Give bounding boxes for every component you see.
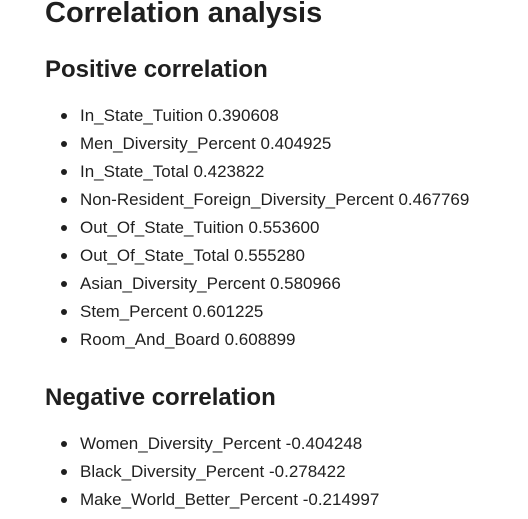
page-title: Correlation analysis: [45, 0, 323, 29]
correlation-value: 0.580966: [269, 274, 341, 293]
list-item: Non-Resident_Foreign_Diversity_Percent 0…: [45, 186, 469, 214]
bullet-icon: [61, 309, 67, 315]
variable-name: In_State_Tuition: [80, 106, 204, 125]
bullet-icon: [61, 169, 67, 175]
variable-name: Make_World_Better_Percent: [80, 490, 298, 509]
list-item: Women_Diversity_Percent -0.404248: [45, 430, 379, 458]
bullet-icon: [61, 281, 67, 287]
bullet-icon: [61, 497, 67, 503]
variable-name: Stem_Percent: [80, 302, 188, 321]
negative-correlation-list: Women_Diversity_Percent -0.404248 Black_…: [45, 430, 379, 514]
bullet-icon: [61, 469, 67, 475]
bullet-icon: [61, 113, 67, 119]
list-item: In_State_Total 0.423822: [45, 158, 469, 186]
list-item: In_State_Tuition 0.390608: [45, 102, 469, 130]
list-item: Black_Diversity_Percent -0.278422: [45, 458, 379, 486]
variable-name: Room_And_Board: [80, 330, 220, 349]
variable-name: Out_Of_State_Tuition: [80, 218, 244, 237]
bullet-icon: [61, 337, 67, 343]
list-item: Room_And_Board 0.608899: [45, 326, 469, 354]
negative-correlation-heading: Negative correlation: [45, 384, 276, 411]
variable-name: Women_Diversity_Percent: [80, 434, 281, 453]
list-item: Out_Of_State_Tuition 0.553600: [45, 214, 469, 242]
positive-correlation-list: In_State_Tuition 0.390608 Men_Diversity_…: [45, 102, 469, 354]
variable-name: Black_Diversity_Percent: [80, 462, 265, 481]
correlation-value: -0.404248: [285, 434, 363, 453]
bullet-icon: [61, 253, 67, 259]
correlation-value: 0.555280: [234, 246, 305, 265]
correlation-value: 0.390608: [207, 106, 279, 125]
bullet-icon: [61, 441, 67, 447]
bullet-icon: [61, 225, 67, 231]
variable-name: Non-Resident_Foreign_Diversity_Percent: [80, 190, 394, 209]
list-item: Men_Diversity_Percent 0.404925: [45, 130, 469, 158]
list-item: Out_Of_State_Total 0.555280: [45, 242, 469, 270]
correlation-value: 0.423822: [193, 162, 265, 181]
positive-correlation-heading: Positive correlation: [45, 56, 268, 83]
variable-name: In_State_Total: [80, 162, 189, 181]
list-item: Stem_Percent 0.601225: [45, 298, 469, 326]
correlation-value: 0.553600: [248, 218, 320, 237]
correlation-value: 0.601225: [192, 302, 264, 321]
variable-name: Men_Diversity_Percent: [80, 134, 256, 153]
correlation-value: 0.467769: [398, 190, 470, 209]
correlation-value: 0.404925: [260, 134, 332, 153]
correlation-value: -0.214997: [302, 490, 380, 509]
list-item: Asian_Diversity_Percent 0.580966: [45, 270, 469, 298]
correlation-value: 0.608899: [224, 330, 296, 349]
bullet-icon: [61, 141, 67, 147]
correlation-value: -0.278422: [268, 462, 346, 481]
list-item: Make_World_Better_Percent -0.214997: [45, 486, 379, 514]
variable-name: Out_Of_State_Total: [80, 246, 230, 265]
bullet-icon: [61, 197, 67, 203]
variable-name: Asian_Diversity_Percent: [80, 274, 266, 293]
